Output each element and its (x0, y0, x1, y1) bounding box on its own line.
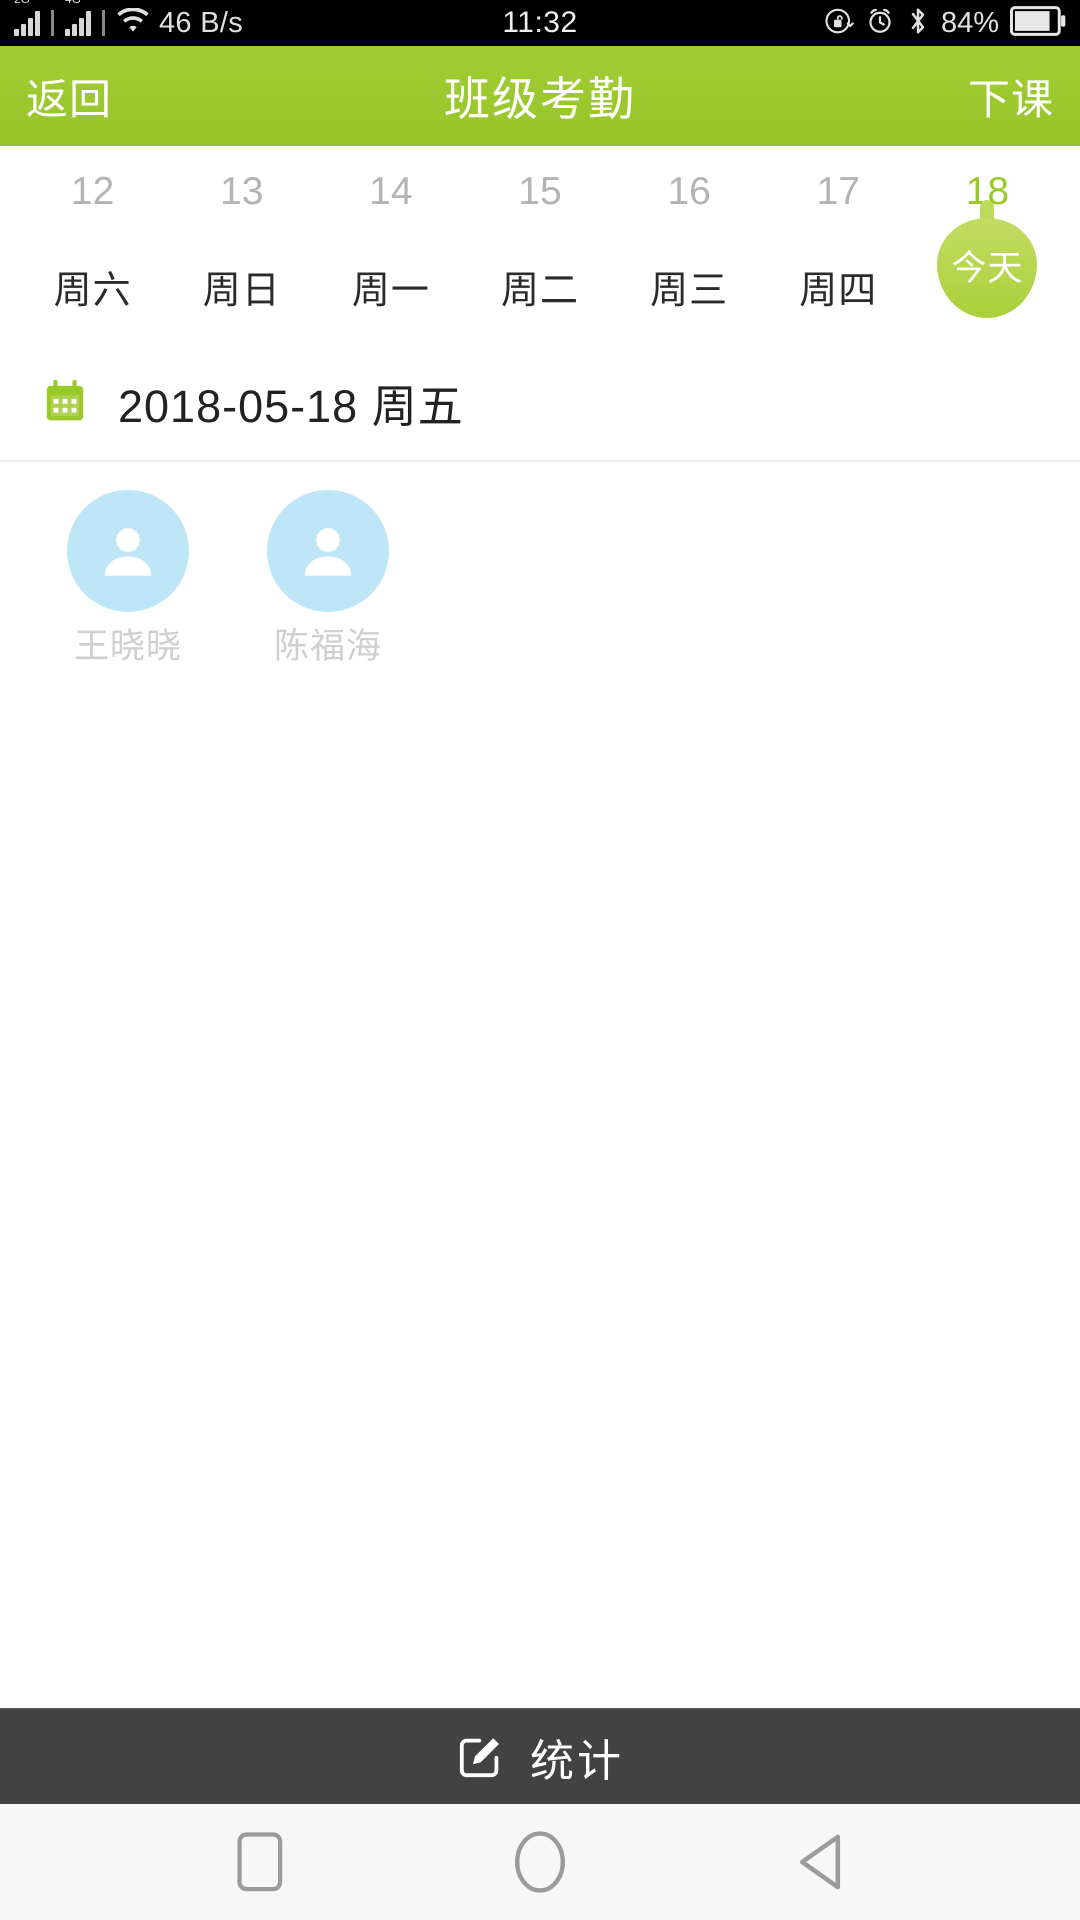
battery-icon (1009, 5, 1066, 41)
day-column-15[interactable]: 15 周二 (465, 172, 614, 310)
triangle-back-icon (794, 1832, 846, 1892)
day-number: 17 (816, 170, 860, 213)
phone-screen: 2G 4G 46 B/s 11:32 (0, 0, 1080, 1920)
wifi-icon (116, 6, 150, 39)
day-number: 13 (220, 170, 264, 213)
back-button[interactable]: 返回 (26, 66, 112, 127)
signal-4g-label: 4G (65, 0, 81, 5)
student-name: 王晓晓 (73, 627, 182, 666)
avatar (267, 490, 389, 612)
statistics-label: 统计 (530, 1736, 624, 1786)
today-label: 今天 (951, 248, 1024, 288)
day-weekday: 周三 (650, 270, 729, 312)
alarm-clock-icon (865, 6, 895, 41)
day-number: 16 (667, 170, 711, 213)
day-column-12[interactable]: 12 周六 (18, 172, 167, 310)
app-header: 返回 班级考勤 下课 (0, 46, 1080, 146)
signal-2g-icon: 2G (14, 0, 40, 36)
day-column-14[interactable]: 14 周一 (316, 172, 465, 310)
back-nav-button[interactable] (775, 1817, 865, 1907)
day-number: 14 (369, 170, 413, 213)
status-bar-right: 84% (824, 5, 1066, 41)
calendar-icon (42, 379, 88, 425)
edit-square-icon (456, 1733, 504, 1781)
student-item[interactable]: 王晓晓 (28, 490, 228, 667)
today-balloon-badge[interactable]: 今天 (937, 200, 1038, 318)
network-speed-text: 46 B/s (159, 6, 244, 39)
avatar (67, 490, 189, 612)
selected-date-text: 2018-05-18 周五 (118, 380, 464, 432)
android-nav-bar (0, 1804, 1080, 1920)
day-weekday: 周一 (351, 270, 430, 312)
day-weekday: 周日 (202, 270, 281, 312)
day-column-13[interactable]: 13 周日 (167, 172, 316, 310)
battery-percent-text: 84% (940, 6, 999, 39)
bluetooth-icon (906, 6, 930, 41)
student-name: 陈福海 (273, 627, 382, 666)
signal-divider (51, 10, 54, 36)
statistics-button[interactable]: 统计 (0, 1708, 1080, 1804)
signal-4g-icon: 4G (65, 0, 91, 36)
person-icon (304, 528, 352, 576)
day-weekday: 周六 (53, 270, 132, 312)
dismiss-class-button[interactable]: 下课 (968, 66, 1054, 127)
circle-home-icon (514, 1831, 566, 1893)
square-recents-icon (235, 1832, 285, 1892)
day-number: 15 (518, 170, 562, 213)
week-date-strip: 12 周六 13 周日 14 周一 15 周二 16 周三 17 周四 18 今… (0, 146, 1080, 344)
day-column-18-today[interactable]: 18 今天 (913, 172, 1062, 318)
page-title: 班级考勤 (444, 73, 636, 125)
home-button[interactable] (495, 1817, 585, 1907)
status-bar: 2G 4G 46 B/s 11:32 (0, 0, 1080, 46)
recents-button[interactable] (215, 1817, 305, 1907)
day-weekday: 周二 (500, 270, 579, 312)
student-item[interactable]: 陈福海 (228, 490, 428, 667)
selected-date-row[interactable]: 2018-05-18 周五 (0, 344, 1080, 462)
day-column-17[interactable]: 17 周四 (764, 172, 913, 310)
day-number: 12 (70, 170, 115, 213)
student-grid: 王晓晓 陈福海 (0, 462, 1080, 1708)
rotation-lock-icon (824, 6, 854, 41)
signal-divider-2 (102, 10, 105, 36)
signal-2g-label: 2G (14, 0, 30, 5)
person-icon (104, 528, 152, 576)
status-bar-left: 2G 4G 46 B/s (14, 0, 244, 40)
day-column-16[interactable]: 16 周三 (615, 172, 764, 310)
day-weekday: 周四 (799, 270, 878, 312)
